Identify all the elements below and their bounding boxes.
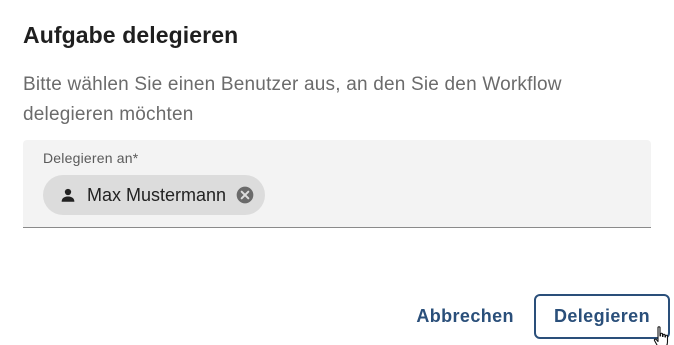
cancel-button[interactable]: Abbrechen bbox=[404, 295, 526, 339]
hand-cursor-icon bbox=[652, 325, 672, 345]
field-label: Delegieren an* bbox=[43, 150, 139, 166]
dialog-actions: Abbrechen Delegieren bbox=[404, 294, 670, 345]
person-icon bbox=[59, 186, 77, 204]
delegate-button[interactable]: Delegieren bbox=[533, 294, 670, 339]
dialog-description: Bitte wählen Sie einen Benutzer aus, an … bbox=[23, 74, 562, 125]
chip-label: Max Mustermann bbox=[87, 184, 227, 205]
delegate-to-field[interactable]: Delegieren an* Max Mustermann bbox=[23, 140, 651, 228]
delegate-dialog: Aufgabe delegieren Bitte wählen Sie eine… bbox=[0, 0, 674, 345]
dialog-title: Aufgabe delegieren bbox=[23, 22, 239, 48]
cancel-circle-icon[interactable] bbox=[235, 185, 255, 205]
user-chip[interactable]: Max Mustermann bbox=[43, 175, 266, 215]
